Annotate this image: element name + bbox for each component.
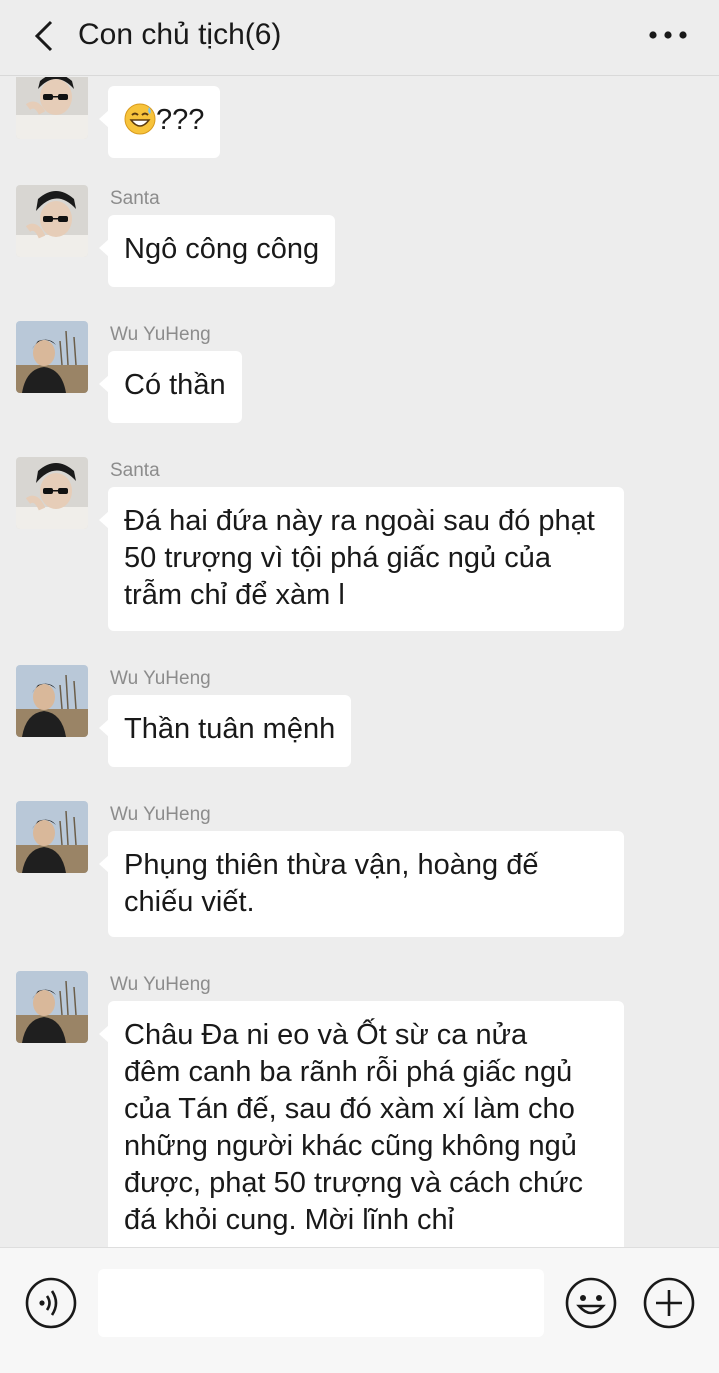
message-text-line: 50 trượng vì tội phá giấc ngủ của bbox=[124, 542, 551, 574]
message-bubble[interactable]: Có thần bbox=[99, 351, 242, 423]
emoji-button[interactable] bbox=[564, 1276, 618, 1330]
message-bubble[interactable]: Phụng thiên thừa vận, hoàng đế chiếu viế… bbox=[99, 831, 624, 937]
avatar-wuyuheng[interactable] bbox=[16, 971, 88, 1043]
chat-title: Con chủ tịch(6) bbox=[78, 18, 282, 51]
message-input[interactable] bbox=[98, 1269, 544, 1337]
message-bubble[interactable]: ??? bbox=[98, 86, 221, 158]
voice-icon bbox=[25, 1277, 77, 1329]
sender-name: Santa bbox=[110, 460, 160, 481]
message-text-line: Châu Đa ni eo và Ốt sừ ca nửa bbox=[124, 1019, 528, 1051]
plus-icon bbox=[643, 1277, 695, 1329]
message-text-line: những người khác cũng không ngủ bbox=[124, 1130, 577, 1162]
sender-name: Santa bbox=[110, 188, 160, 209]
input-bar bbox=[0, 1247, 719, 1373]
message-text-line: Ngô công công bbox=[124, 233, 320, 265]
message-bubble[interactable]: Đá hai đứa này ra ngoài sau đó phạt 50 t… bbox=[99, 487, 624, 631]
grinning-sweat-emoji bbox=[124, 103, 156, 135]
avatar-wuyuheng[interactable] bbox=[16, 801, 88, 873]
message-text-line: của Tán đế, sau đó xàm xí làm cho bbox=[124, 1093, 575, 1125]
message-text-line: ??? bbox=[124, 102, 204, 139]
message-bubble[interactable]: Ngô công công bbox=[98, 215, 336, 287]
back-button[interactable] bbox=[24, 14, 64, 58]
message-text-line: trẫm chỉ để xàm l bbox=[124, 579, 345, 611]
emoji-icon bbox=[565, 1277, 617, 1329]
more-dots-icon bbox=[649, 31, 687, 39]
message-text-line: chiếu viết. bbox=[124, 886, 255, 918]
message-text-line: Phụng thiên thừa vận, hoàng đế bbox=[124, 849, 539, 881]
avatar-santa[interactable] bbox=[16, 77, 88, 139]
sender-name: Wu YuHeng bbox=[110, 974, 211, 995]
message-list[interactable]: ??? Santa Ngô công công Wu YuHeng Có thầ… bbox=[0, 77, 719, 1247]
chat-header: Con chủ tịch(6) bbox=[0, 0, 719, 76]
sender-name: Wu YuHeng bbox=[110, 804, 211, 825]
message-text-line: Đá hai đứa này ra ngoài sau đó phạt bbox=[124, 505, 595, 537]
avatar-santa[interactable] bbox=[16, 457, 88, 529]
message-text-line: đá khỏi cung. Mời lĩnh chỉ bbox=[124, 1204, 455, 1236]
message-text-line: được, phạt 50 trượng và cách chức bbox=[124, 1167, 583, 1199]
back-arrow-icon bbox=[34, 20, 53, 52]
message-bubble[interactable]: Châu Đa ni eo và Ốt sừ ca nửa đêm canh b… bbox=[99, 1001, 624, 1247]
plus-button[interactable] bbox=[642, 1276, 696, 1330]
avatar-wuyuheng[interactable] bbox=[16, 321, 88, 393]
message-bubble[interactable]: Thần tuân mệnh bbox=[98, 695, 352, 767]
sender-name: Wu YuHeng bbox=[110, 668, 211, 689]
avatar-wuyuheng[interactable] bbox=[16, 665, 88, 737]
more-options-button[interactable] bbox=[645, 18, 691, 52]
message-text-line: Có thần bbox=[124, 369, 226, 401]
sender-name: Wu YuHeng bbox=[110, 324, 211, 345]
voice-button[interactable] bbox=[24, 1276, 78, 1330]
message-text-line: đêm canh ba rãnh rỗi phá giấc ngủ bbox=[124, 1056, 573, 1088]
avatar-santa[interactable] bbox=[16, 185, 88, 257]
message-text-line: Thần tuân mệnh bbox=[124, 713, 336, 745]
